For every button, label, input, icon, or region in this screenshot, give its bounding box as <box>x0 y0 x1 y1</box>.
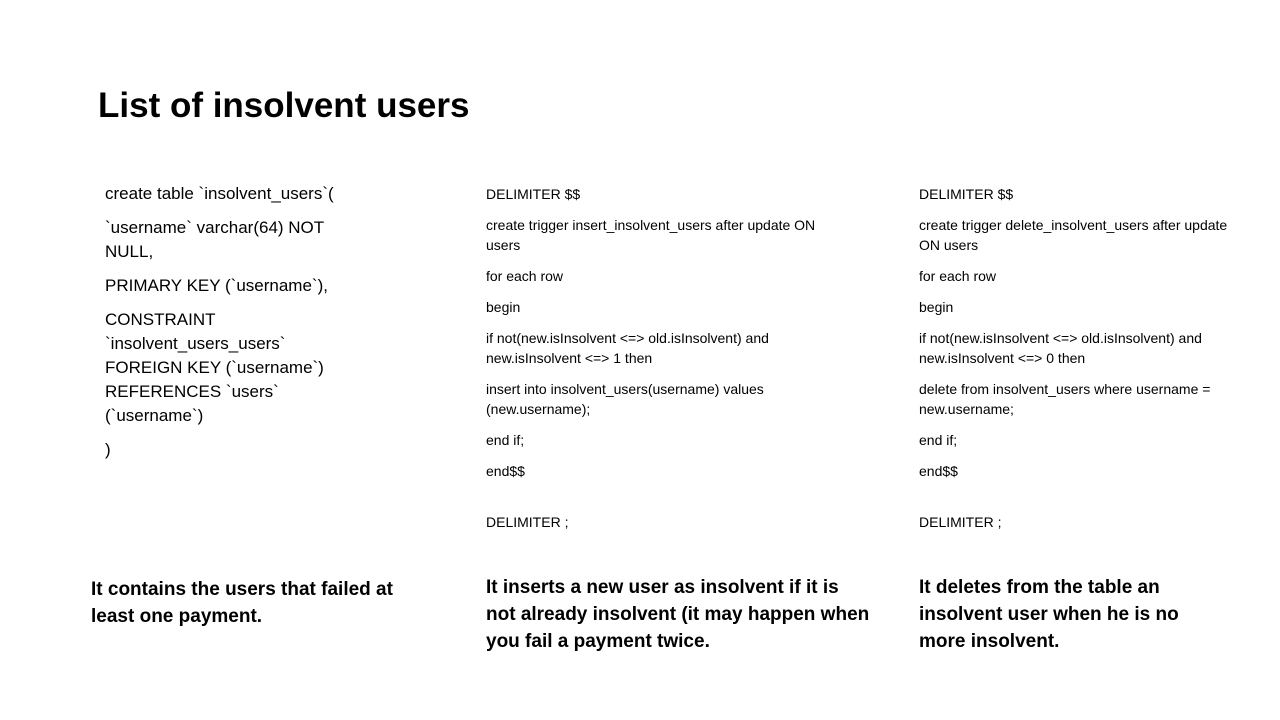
insert-trigger-description: It inserts a new user as insolvent if it… <box>486 577 870 652</box>
code-line: end if; <box>919 432 958 448</box>
code-line: DELIMITER $$ <box>919 186 1014 202</box>
code-line: for each row <box>919 268 997 284</box>
insert-trigger-code: DELIMITER $$ create trigger insert_insol… <box>486 184 826 543</box>
code-line: for each row <box>486 268 564 284</box>
code-line: DELIMITER $$ <box>486 186 581 202</box>
code-line: CONSTRAINT `insolvent_users_users` FOREI… <box>105 310 324 425</box>
code-line: begin <box>486 299 521 315</box>
code-line: create trigger insert_insolvent_users af… <box>486 217 816 253</box>
code-line: end$$ <box>919 463 958 479</box>
code-line: end if; <box>486 432 525 448</box>
code-line: if not(new.isInsolvent <=> old.isInsolve… <box>486 330 769 366</box>
code-line: begin <box>919 299 954 315</box>
code-line: end$$ <box>486 463 525 479</box>
code-line: delete from insolvent_users where userna… <box>919 381 1211 417</box>
code-line: DELIMITER ; <box>919 514 1002 530</box>
code-line: `username` varchar(64) NOT NULL, <box>105 218 324 261</box>
code-line: if not(new.isInsolvent <=> old.isInsolve… <box>919 330 1202 366</box>
code-line: ) <box>105 440 111 459</box>
table-definition-code: create table `insolvent_users`( `usernam… <box>105 182 365 472</box>
delete-trigger-code: DELIMITER $$ create trigger delete_insol… <box>919 184 1239 543</box>
delete-trigger-description: It deletes from the table an insolvent u… <box>919 577 1179 652</box>
code-line: create trigger delete_insolvent_users af… <box>919 217 1228 253</box>
code-line: create table `insolvent_users`( <box>105 184 334 203</box>
code-line: PRIMARY KEY (`username`), <box>105 276 328 295</box>
table-definition-description: It contains the users that failed at lea… <box>91 579 393 627</box>
slide-title: List of insolvent users <box>98 86 470 125</box>
code-line: insert into insolvent_users(username) va… <box>486 381 764 417</box>
code-line: DELIMITER ; <box>486 514 569 530</box>
